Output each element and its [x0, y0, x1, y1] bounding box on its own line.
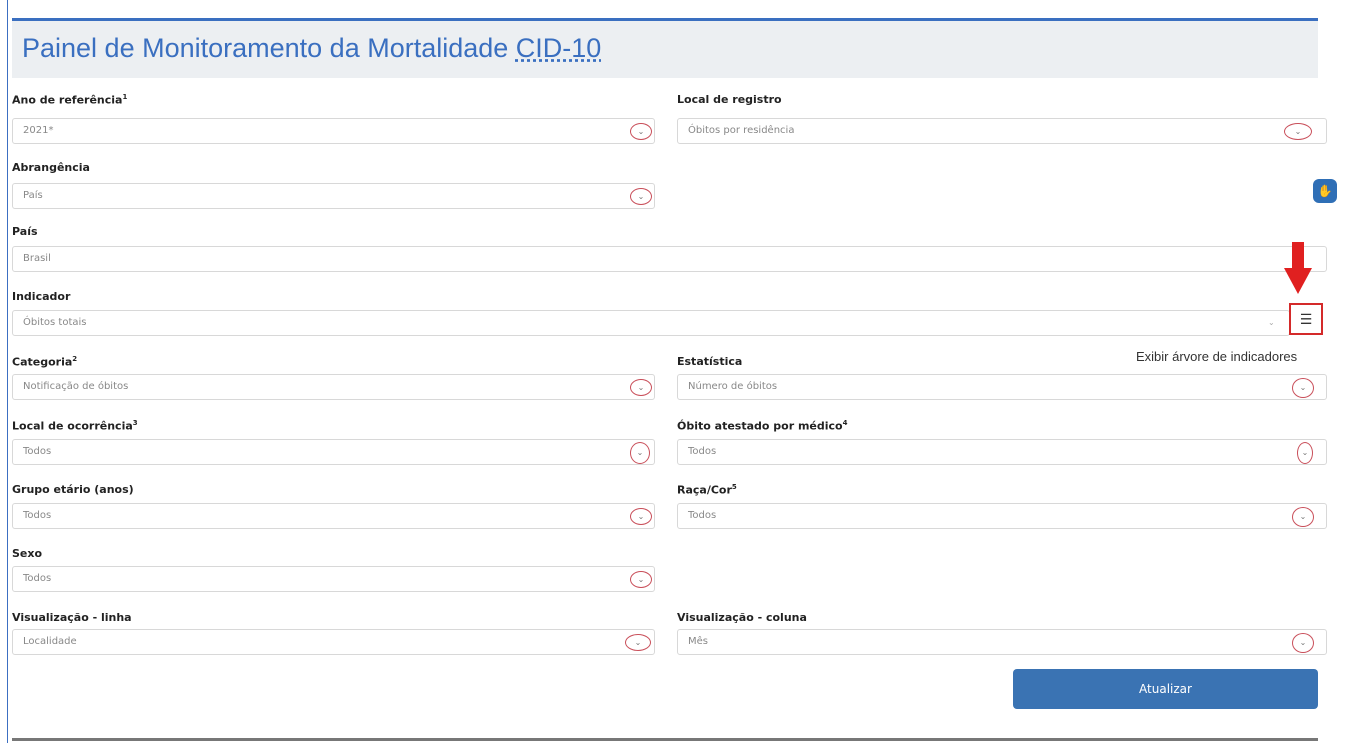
- select-local-ocorrencia-value: Todos: [23, 446, 52, 457]
- label-ano: Ano de referência1: [12, 93, 128, 107]
- select-abrangencia-value: País: [23, 190, 43, 201]
- arrow-down-icon: [1284, 242, 1312, 294]
- select-sexo-value: Todos: [23, 573, 52, 584]
- select-local-registro[interactable]: Óbitos por residência ⌄: [677, 118, 1327, 144]
- select-abrangencia[interactable]: País ⌄: [12, 183, 655, 209]
- select-local-ocorrencia[interactable]: Todos ⌄: [12, 439, 655, 465]
- chevron-down-icon[interactable]: ⌄: [1297, 442, 1313, 464]
- select-raca-value: Todos: [688, 510, 717, 521]
- chevron-down-icon[interactable]: ⌄: [630, 442, 650, 464]
- select-grupo-etario-value: Todos: [23, 510, 52, 521]
- chevron-down-icon[interactable]: ⌄: [1292, 633, 1314, 653]
- select-pais[interactable]: Brasil: [12, 246, 1327, 272]
- select-atestado-value: Todos: [688, 446, 717, 457]
- select-grupo-etario[interactable]: Todos ⌄: [12, 503, 655, 529]
- select-ano-value: 2021*: [23, 125, 54, 136]
- label-indicador: Indicador: [12, 290, 71, 303]
- select-vis-linha-value: Localidade: [23, 636, 77, 647]
- select-categoria-value: Notificação de óbitos: [23, 381, 129, 392]
- chevron-down-icon[interactable]: ⌄: [1292, 378, 1314, 398]
- select-indicador[interactable]: Óbitos totais ⌄: [12, 310, 1290, 336]
- chevron-down-icon[interactable]: ⌄: [1268, 318, 1275, 327]
- atualizar-button[interactable]: Atualizar: [1013, 669, 1318, 709]
- label-sexo: Sexo: [12, 547, 43, 560]
- accessibility-icon[interactable]: ✋: [1313, 179, 1337, 203]
- select-vis-coluna-value: Mês: [688, 636, 708, 647]
- label-vis-linha: Visualização - linha: [12, 611, 132, 624]
- select-pais-value: Brasil: [23, 253, 51, 264]
- chevron-down-icon[interactable]: ⌄: [630, 508, 652, 525]
- chevron-down-icon[interactable]: ⌄: [1292, 507, 1314, 527]
- label-categoria: Categoria2: [12, 355, 78, 369]
- select-raca[interactable]: Todos ⌄: [677, 503, 1327, 529]
- chevron-down-icon[interactable]: ⌄: [630, 571, 652, 588]
- label-local-registro: Local de registro: [677, 93, 782, 106]
- cid-abbr: CID-10: [515, 33, 602, 63]
- select-vis-coluna[interactable]: Mês ⌄: [677, 629, 1327, 655]
- label-raca: Raça/Cor5: [677, 483, 737, 497]
- chevron-down-icon[interactable]: ⌄: [630, 188, 652, 205]
- select-local-registro-value: Óbitos por residência: [688, 125, 795, 136]
- select-atestado[interactable]: Todos ⌄: [677, 439, 1327, 465]
- page-title: Painel de Monitoramento da Mortalidade C…: [22, 33, 602, 63]
- label-atestado: Óbito atestado por médico4: [677, 419, 848, 433]
- header-bar: Painel de Monitoramento da Mortalidade C…: [12, 18, 1318, 78]
- divider: [12, 738, 1318, 741]
- list-icon: ☰: [1299, 310, 1313, 327]
- label-pais: País: [12, 225, 38, 238]
- chevron-down-icon[interactable]: ⌄: [630, 379, 652, 396]
- select-indicador-value: Óbitos totais: [23, 317, 87, 328]
- indicator-tree-button[interactable]: ☰: [1289, 303, 1323, 335]
- chevron-down-icon[interactable]: ⌄: [1284, 123, 1312, 140]
- chevron-down-icon[interactable]: ⌄: [625, 634, 651, 651]
- select-sexo[interactable]: Todos ⌄: [12, 566, 655, 592]
- label-estatistica: Estatística: [677, 355, 743, 368]
- select-ano[interactable]: 2021* ⌄: [12, 118, 655, 144]
- select-estatistica[interactable]: Número de óbitos ⌄: [677, 374, 1327, 400]
- select-categoria[interactable]: Notificação de óbitos ⌄: [12, 374, 655, 400]
- label-local-ocorrencia: Local de ocorrência3: [12, 419, 138, 433]
- label-grupo-etario: Grupo etário (anos): [12, 483, 134, 496]
- select-estatistica-value: Número de óbitos: [688, 381, 778, 392]
- chevron-down-icon[interactable]: ⌄: [630, 123, 652, 140]
- label-vis-coluna: Visualização - coluna: [677, 611, 807, 624]
- select-vis-linha[interactable]: Localidade ⌄: [12, 629, 655, 655]
- indicator-tree-tooltip: Exibir árvore de indicadores: [1136, 349, 1298, 364]
- label-abrangencia: Abrangência: [12, 161, 90, 174]
